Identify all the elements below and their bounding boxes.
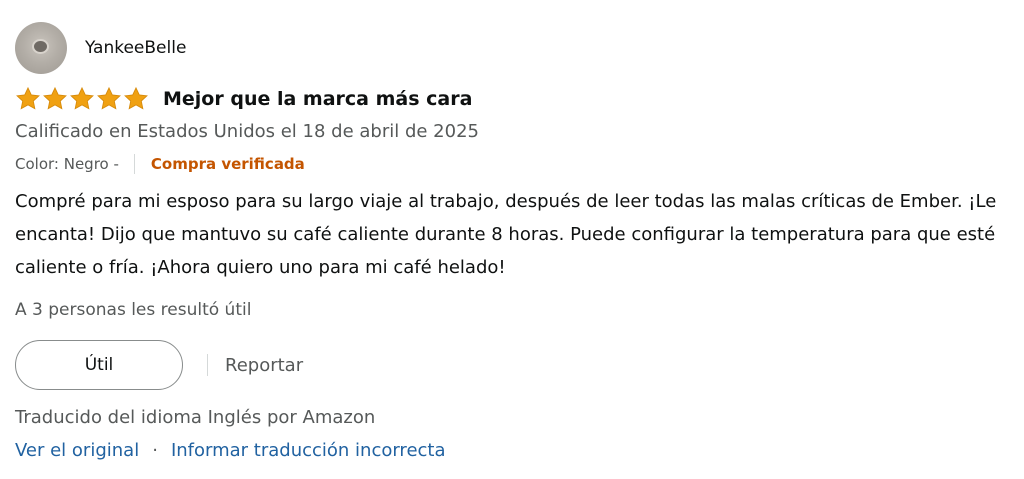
review-meta: Color: Negro - Compra verificada xyxy=(15,151,1015,177)
report-translation-link[interactable]: Informar traducción incorrecta xyxy=(171,440,446,461)
star-icon xyxy=(42,86,68,112)
useful-button[interactable]: Útil xyxy=(15,340,183,390)
profile-avatar-icon[interactable] xyxy=(15,22,67,74)
reviewer-name[interactable]: YankeeBelle xyxy=(85,38,186,58)
link-separator: · xyxy=(152,440,158,461)
helpful-count: A 3 personas les resultó útil xyxy=(15,300,252,320)
star-icon xyxy=(123,86,149,112)
translation-links: Ver el original · Informar traducción inco… xyxy=(15,437,1015,465)
review-date: Calificado en Estados Unidos el 18 de ab… xyxy=(15,121,479,142)
star-icon xyxy=(69,86,95,112)
reviewer-profile[interactable]: YankeeBelle xyxy=(15,22,1015,74)
view-original-link[interactable]: Ver el original xyxy=(15,440,139,461)
actions-divider xyxy=(207,354,208,376)
star-icon xyxy=(96,86,122,112)
verified-purchase-badge: Compra verificada xyxy=(150,155,305,173)
review-body: Compré para mi esposo para su largo viaj… xyxy=(15,191,997,278)
star-icon xyxy=(15,86,41,112)
meta-divider xyxy=(133,154,135,174)
variant-info: Color: Negro - xyxy=(15,155,119,173)
review-title[interactable]: Mejor que la marca más cara xyxy=(163,88,472,110)
star-rating[interactable] xyxy=(15,86,149,112)
review-actions: Útil Reportar xyxy=(15,339,1015,391)
review-title-row: Mejor que la marca más cara xyxy=(15,84,1015,114)
report-link[interactable]: Reportar xyxy=(225,355,303,376)
translation-note: Traducido del idioma Inglés por Amazon xyxy=(15,407,376,428)
customer-review: YankeeBelle Mejor que la marca más cara … xyxy=(15,22,1015,465)
